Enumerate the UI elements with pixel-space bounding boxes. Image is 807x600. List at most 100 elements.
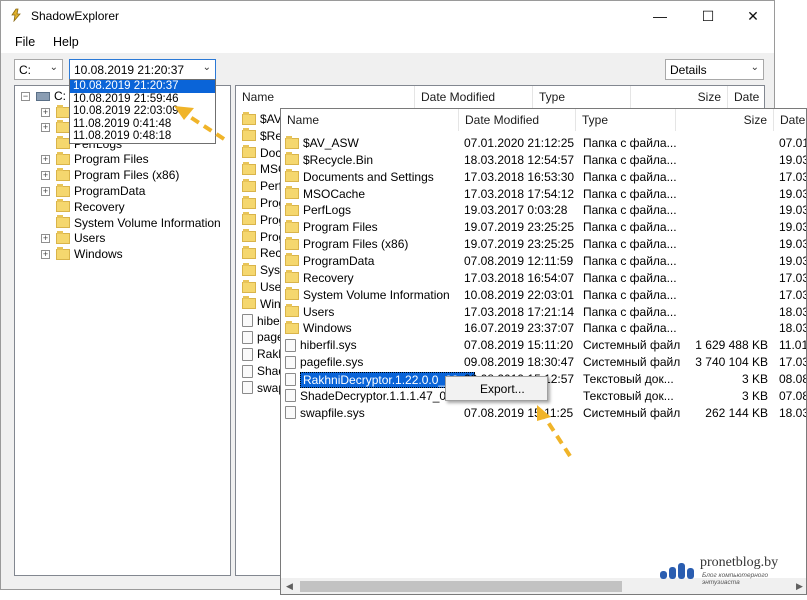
file-size: 262 144 KB (705, 405, 768, 420)
file-icon (242, 381, 253, 395)
menu-file[interactable]: File (15, 35, 35, 49)
file-row[interactable]: Documents and Settings 17.03.2018 16:53:3… (281, 169, 806, 186)
back-list-row[interactable]: Rakh (242, 346, 285, 362)
file-size: 3 KB (741, 371, 768, 386)
snapshot-option[interactable]: 10.08.2019 22:03:09 (70, 105, 215, 118)
file-size: 1 629 488 KB (695, 338, 768, 353)
expand-icon[interactable]: + (41, 249, 50, 259)
file-type: Папка с файла... (583, 304, 677, 319)
scrollbar-thumb[interactable] (300, 581, 622, 592)
column-header-type[interactable]: Type (533, 86, 631, 108)
back-list-row[interactable]: Prog (242, 212, 285, 228)
folder-icon (285, 270, 299, 284)
file-row[interactable]: System Volume Information 10.08.2019 22:0… (281, 287, 806, 304)
file-row[interactable]: Program Files 19.07.2019 23:25:25 Папка с … (281, 219, 806, 236)
scroll-left-icon[interactable]: ◀ (281, 578, 298, 594)
file-name: Windows (303, 321, 352, 336)
minimize-button[interactable]: — (637, 1, 683, 31)
file-row[interactable]: swapfile.sys 07.08.2019 15:11:25 Системный… (281, 405, 806, 422)
file-name-cell: hiberfil.sys (285, 338, 357, 352)
file-row[interactable]: ProgramData 07.08.2019 12:11:59 Папка с фа… (281, 253, 806, 270)
file-icon (285, 355, 296, 369)
file-icon (242, 347, 253, 361)
folder-icon (242, 161, 256, 175)
back-list-row[interactable]: Shad (242, 363, 285, 379)
menu-help[interactable]: Help (53, 35, 79, 49)
file-name: Program Files (x86) (303, 237, 409, 252)
collapse-icon[interactable]: − (21, 91, 30, 101)
expand-icon[interactable]: + (41, 154, 50, 164)
view-select[interactable]: Details ⌄ (665, 59, 764, 80)
back-list-row[interactable]: swap (242, 380, 285, 396)
tree-item[interactable]: System Volume Information (41, 215, 221, 231)
file-name-cell: ProgramData (285, 253, 374, 268)
file-name-cell: Users (285, 304, 334, 319)
column-header-type[interactable]: Type (576, 109, 676, 131)
file-row[interactable]: $Recycle.Bin 18.03.2018 12:54:57 Папка с ф… (281, 152, 806, 169)
back-list-row[interactable]: Prog (242, 229, 285, 245)
column-header-date-modified[interactable]: Date Modified (415, 86, 533, 108)
tree-item[interactable]: + Program Files (x86) (41, 167, 179, 183)
file-icon (285, 373, 296, 387)
close-button[interactable]: ✕ (730, 1, 776, 31)
file-type: Папка с файла... (583, 287, 677, 302)
snapshot-option[interactable]: 11.08.2019 0:48:18 (70, 130, 215, 143)
column-header-date[interactable]: Date (728, 86, 764, 108)
folder-icon (242, 262, 256, 276)
file-date-modified: 07.01.2020 21:12:25 (464, 136, 575, 150)
folder-icon (285, 304, 299, 317)
back-list-row[interactable]: Perfl (242, 178, 285, 194)
snapshot-option[interactable]: 10.08.2019 21:59:46 (70, 93, 215, 106)
file-row[interactable]: Windows 16.07.2019 23:37:07 Папка с файла.… (281, 320, 807, 337)
column-header-name[interactable]: Name (281, 109, 459, 131)
file-date-modified: 16.07.2019 23:37:07 (464, 321, 575, 336)
view-select-value: Details (670, 63, 707, 77)
column-header-date[interactable]: Date (774, 109, 806, 131)
title-bar[interactable]: ShadowExplorer — ☐ ✕ (1, 1, 774, 31)
file-row[interactable]: Program Files (x86) 19.07.2019 23:25:25 Па… (281, 236, 806, 253)
column-header-size[interactable]: Size (631, 86, 728, 108)
context-menu-export[interactable]: Export... (480, 382, 525, 396)
tree-item[interactable]: + Program Files (41, 151, 149, 167)
column-header-size[interactable]: Size (676, 109, 774, 131)
back-list-row[interactable]: Prog (242, 195, 285, 211)
file-row[interactable]: Recovery 17.03.2018 16:54:07 Папка с файла… (281, 270, 806, 287)
expand-icon[interactable]: + (41, 107, 50, 117)
tree-item-label: Program Files (74, 152, 149, 167)
file-name-cell: Windows (285, 320, 352, 336)
chevron-down-icon: ⌄ (202, 62, 211, 73)
file-row[interactable]: PerfLogs 19.03.2017 0:03:28 Папка с файла.… (281, 202, 806, 219)
file-date-modified: 17.03.2018 16:54:07 (464, 270, 575, 285)
file-row[interactable]: $AV_ASW 07.01.2020 21:12:25 Папка с файла.… (281, 135, 806, 152)
drive-select[interactable]: C: ⌄ (14, 59, 63, 80)
file-name-cell: $Recycle.Bin (285, 152, 373, 167)
snapshot-option[interactable]: 11.08.2019 0:41:48 (70, 118, 215, 131)
column-header-date-modified[interactable]: Date Modified (459, 109, 576, 131)
tree-root[interactable]: − C: (21, 88, 66, 104)
tree-item[interactable]: + Windows (41, 246, 123, 262)
snapshot-date-select[interactable]: 10.08.2019 21:20:37 ⌄ (69, 59, 216, 80)
file-date: 18.03 (779, 321, 807, 336)
expand-icon[interactable]: + (41, 186, 50, 196)
file-row[interactable]: pagefile.sys 09.08.2019 18:30:47 Системный… (281, 354, 806, 371)
folder-icon (242, 178, 256, 192)
expand-icon[interactable]: + (41, 123, 50, 133)
back-list-row[interactable]: page (242, 329, 284, 345)
tree-item[interactable]: Recovery (41, 199, 125, 215)
column-header-name[interactable]: Name (236, 86, 415, 108)
file-size: 3 KB (741, 388, 768, 403)
tree-item[interactable]: + ProgramData (41, 183, 145, 199)
file-type: Папка с файла... (583, 253, 677, 268)
maximize-button[interactable]: ☐ (685, 1, 731, 31)
snapshot-option[interactable]: 10.08.2019 21:20:37 (70, 80, 215, 93)
file-row[interactable]: hiberfil.sys 07.08.2019 15:11:20 Системный… (281, 337, 806, 354)
tree-item[interactable]: + Users (41, 230, 105, 246)
expand-icon[interactable]: + (41, 170, 50, 180)
file-name-cell: Program Files (x86) (285, 236, 409, 252)
file-type: Системный файл (583, 405, 681, 420)
tree-item-label: Recovery (74, 199, 125, 214)
file-name: pagefile.sys (300, 355, 364, 370)
file-row[interactable]: Users 17.03.2018 17:21:14 Папка с файла...… (281, 304, 806, 321)
file-row[interactable]: MSOCache 17.03.2018 17:54:12 Папка с файла… (281, 186, 806, 203)
expand-icon[interactable]: + (41, 233, 50, 243)
